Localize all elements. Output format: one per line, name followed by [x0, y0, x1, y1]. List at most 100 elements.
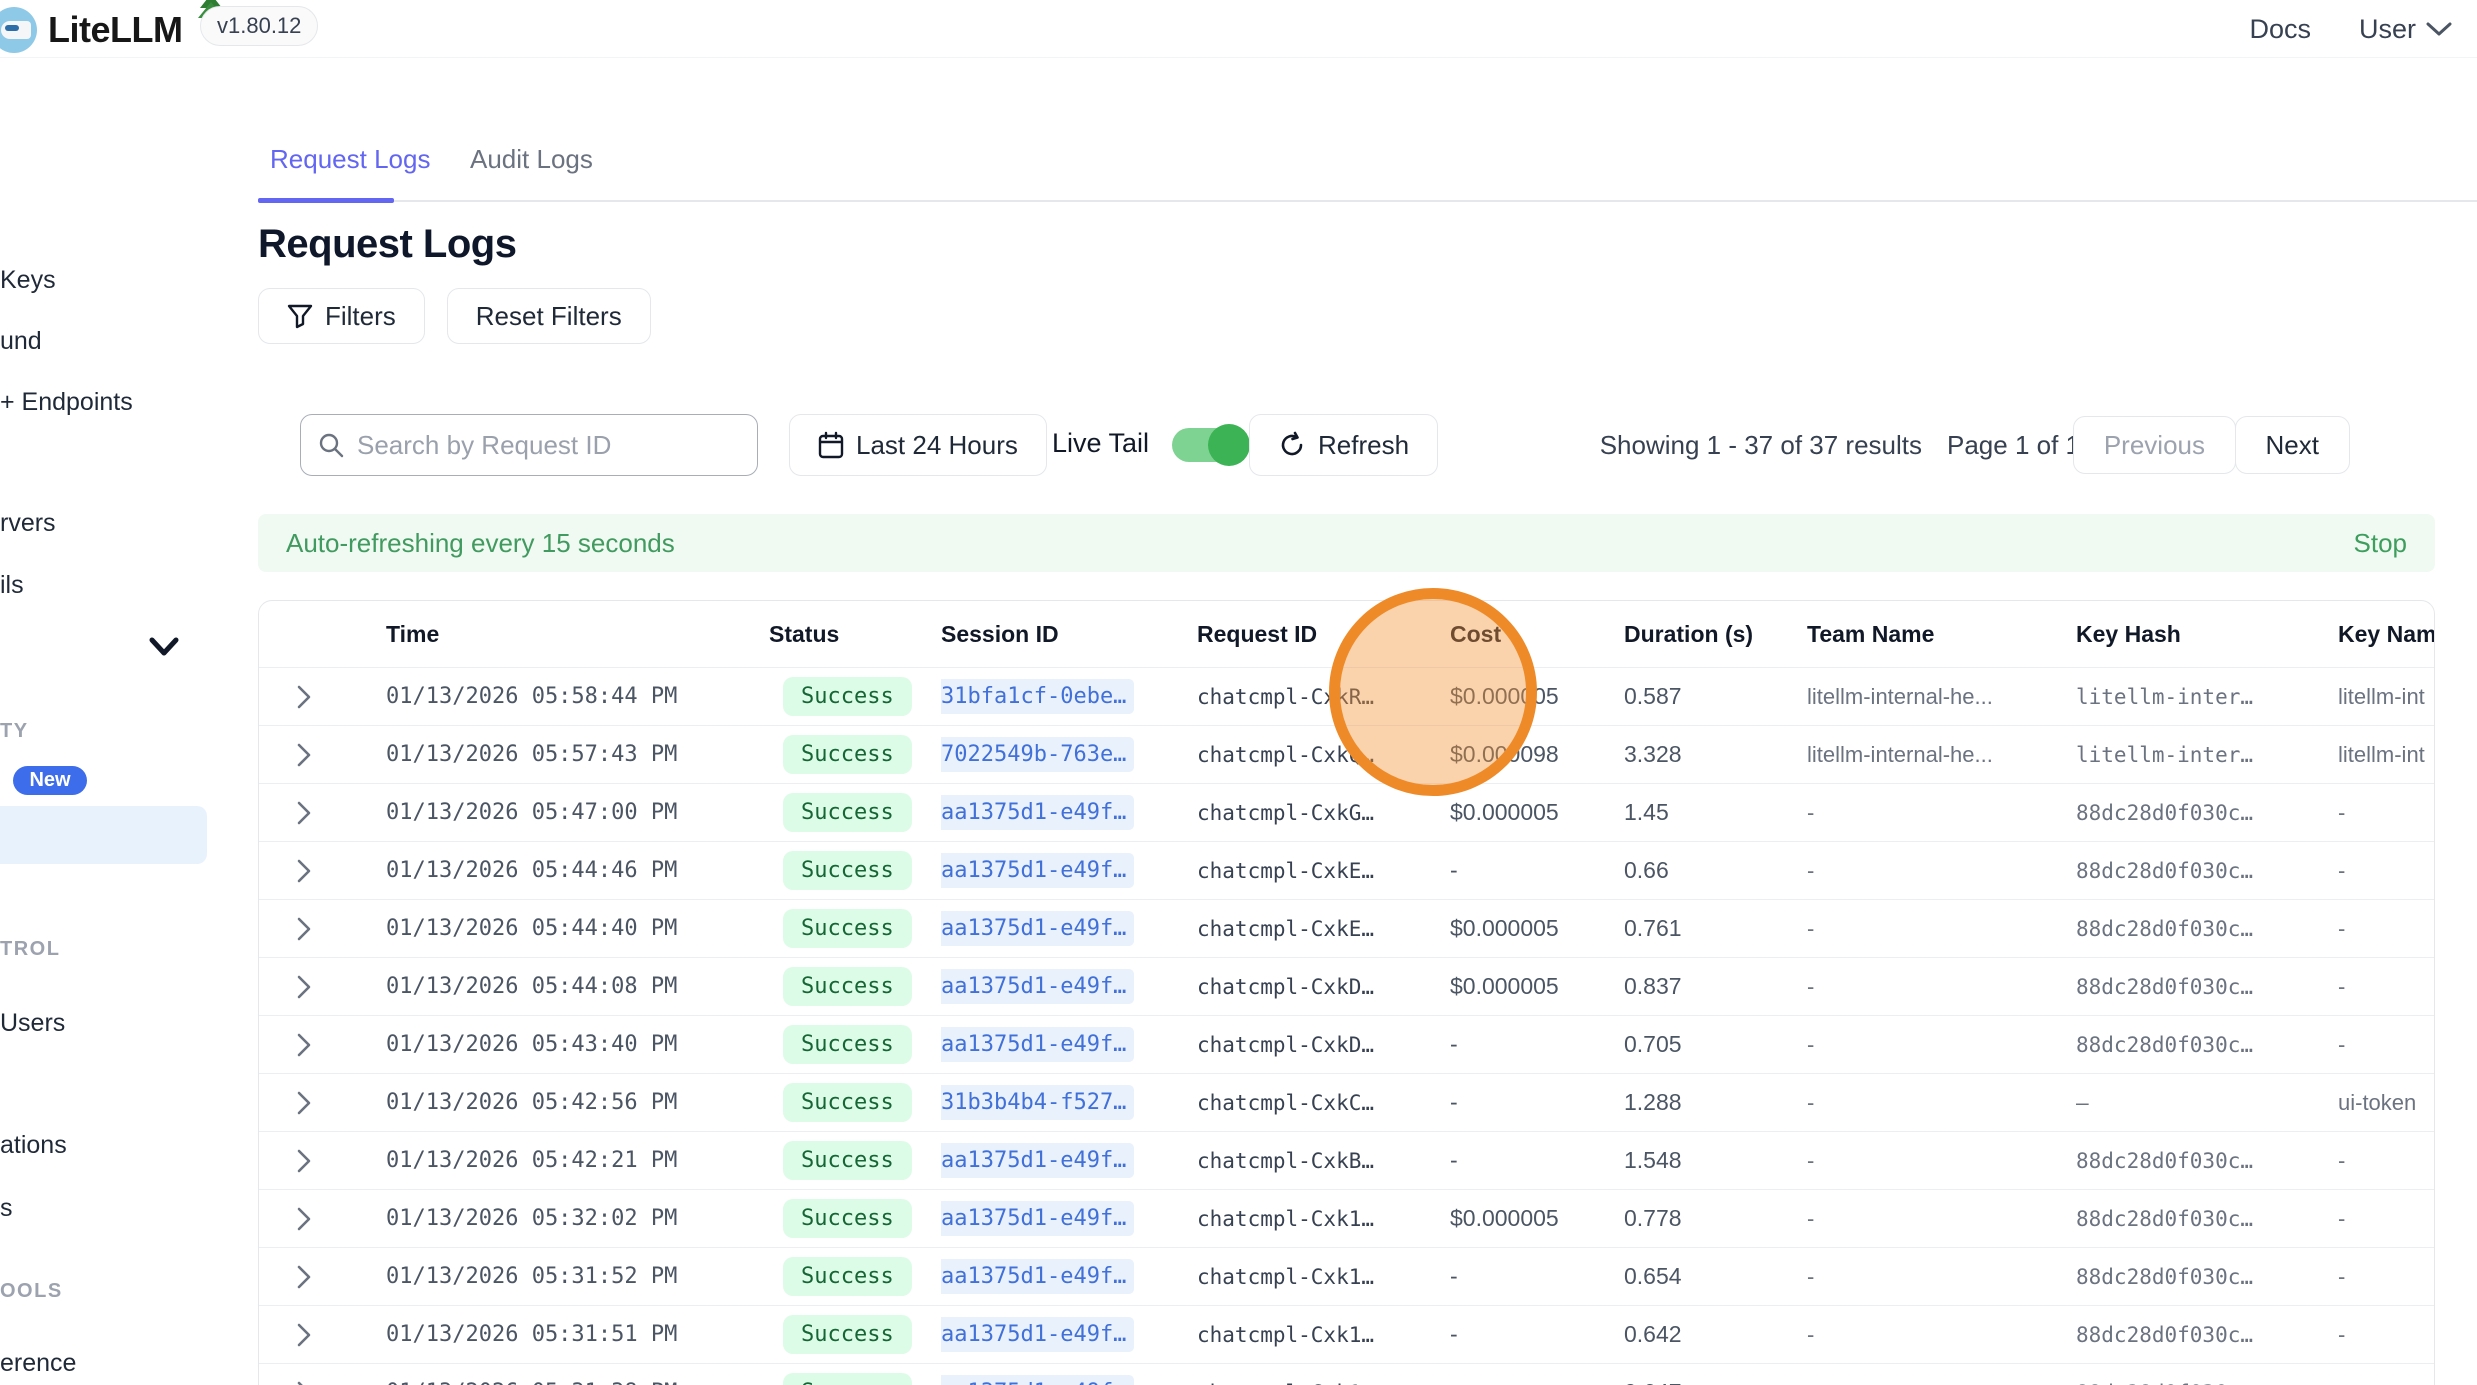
table-row[interactable]: 01/13/2026 05:42:21 PM Success aa1375d1-…	[259, 1131, 2435, 1189]
table-row[interactable]: 01/13/2026 05:31:51 PM Success aa1375d1-…	[259, 1305, 2435, 1363]
sidebar-item-users[interactable]: Users	[0, 1009, 65, 1038]
session-cell: aa1375d1-e49f…	[941, 1027, 1197, 1062]
sidebar: Keys und + Endpoints rvers ils TY New TR…	[0, 58, 210, 1385]
session-cell: aa1375d1-e49f…	[941, 911, 1197, 946]
session-id-link[interactable]: aa1375d1-e49f…	[941, 1027, 1134, 1062]
tab-request-logs[interactable]: Request Logs	[270, 144, 430, 175]
team-name-cell: -	[1807, 800, 2076, 826]
session-id-link[interactable]: 31b3b4b4-f527…	[941, 1085, 1134, 1120]
table-row[interactable]: 01/13/2026 05:58:44 PM Success 31bfa1cf-…	[259, 667, 2435, 725]
key-name-cell: litellm-int	[2338, 684, 2435, 710]
team-name-cell: -	[1807, 858, 2076, 884]
expand-row-chevron-icon[interactable]	[259, 1206, 386, 1232]
table-row[interactable]: 01/13/2026 05:32:02 PM Success aa1375d1-…	[259, 1189, 2435, 1247]
key-name-cell: -	[2338, 858, 2435, 884]
next-page-button[interactable]: Next	[2235, 416, 2350, 474]
table-row[interactable]: 01/13/2026 05:44:08 PM Success aa1375d1-…	[259, 957, 2435, 1015]
sidebar-collapse-chevron-icon[interactable]	[148, 634, 180, 660]
sidebar-item-guardrails[interactable]: ils	[0, 571, 24, 600]
key-name-cell: ui-token	[2338, 1090, 2435, 1116]
session-id-link[interactable]: aa1375d1-e49f…	[941, 1317, 1134, 1352]
session-id-link[interactable]: 31bfa1cf-0ebe…	[941, 679, 1134, 714]
expand-row-chevron-icon[interactable]	[259, 858, 386, 884]
time-cell: 01/13/2026 05:31:52 PM	[386, 1264, 769, 1289]
cost-cell: $0.000005	[1450, 973, 1624, 1000]
expand-row-chevron-icon[interactable]	[259, 684, 386, 710]
expand-row-chevron-icon[interactable]	[259, 974, 386, 1000]
time-range-button[interactable]: Last 24 Hours	[789, 414, 1047, 476]
request-id-cell: chatcmpl-CxkB…	[1197, 1149, 1450, 1173]
live-tail-toggle[interactable]	[1172, 428, 1248, 462]
sidebar-item-keys[interactable]: Keys	[0, 266, 56, 295]
expand-row-chevron-icon[interactable]	[259, 742, 386, 768]
table-row[interactable]: 01/13/2026 05:57:43 PM Success 7022549b-…	[259, 725, 2435, 783]
table-row[interactable]: 01/13/2026 05:42:56 PM Success 31b3b4b4-…	[259, 1073, 2435, 1131]
session-id-link[interactable]: aa1375d1-e49f…	[941, 1259, 1134, 1294]
session-id-link[interactable]: aa1375d1-e49f…	[941, 969, 1134, 1004]
table-row[interactable]: 01/13/2026 05:44:40 PM Success aa1375d1-…	[259, 899, 2435, 957]
session-id-link[interactable]: aa1375d1-e49f…	[941, 1201, 1134, 1236]
sidebar-item-teams[interactable]: s	[0, 1194, 13, 1223]
stop-auto-refresh-button[interactable]: Stop	[2354, 528, 2408, 559]
expand-row-chevron-icon[interactable]	[259, 1032, 386, 1058]
session-id-link[interactable]: aa1375d1-e49f…	[941, 1143, 1134, 1178]
user-menu-label: User	[2359, 14, 2416, 45]
status-cell: Success	[769, 1257, 941, 1296]
litellm-logo-icon	[0, 7, 37, 53]
session-id-link[interactable]: aa1375d1-e49f…	[941, 853, 1134, 888]
status-badge: Success	[783, 909, 912, 948]
previous-page-button[interactable]: Previous	[2073, 416, 2236, 474]
cost-cell: $0.000005	[1450, 1205, 1624, 1232]
duration-cell: 0.642	[1624, 1321, 1807, 1348]
duration-cell: 0.654	[1624, 1263, 1807, 1290]
cost-cell: $0.000098	[1450, 741, 1624, 768]
table-row[interactable]: 01/13/2026 05:31:52 PM Success aa1375d1-…	[259, 1247, 2435, 1305]
table-row[interactable]: 01/13/2026 05:44:46 PM Success aa1375d1-…	[259, 841, 2435, 899]
key-hash-cell: 88dc28d0f030c…	[2076, 1323, 2338, 1347]
expand-row-chevron-icon[interactable]	[259, 916, 386, 942]
sidebar-item-playground[interactable]: und	[0, 327, 42, 356]
expand-row-chevron-icon[interactable]	[259, 1148, 386, 1174]
team-name-cell: -	[1807, 974, 2076, 1000]
session-id-link[interactable]: aa1375d1-e49f…	[941, 1375, 1134, 1385]
sidebar-item-logs-active[interactable]	[0, 806, 207, 864]
search-box[interactable]	[300, 414, 758, 476]
expand-row-chevron-icon[interactable]	[259, 1264, 386, 1290]
filters-button[interactable]: Filters	[258, 288, 425, 344]
team-name-cell: -	[1807, 1206, 2076, 1232]
session-id-link[interactable]: 7022549b-763e…	[941, 737, 1134, 772]
status-cell: Success	[769, 677, 941, 716]
docs-link[interactable]: Docs	[2249, 14, 2311, 45]
table-header-row: Time Status Session ID Request ID Cost D…	[259, 601, 2435, 667]
sidebar-section-observability: TY	[0, 720, 29, 743]
key-name-cell: -	[2338, 1264, 2435, 1290]
table-row[interactable]: 01/13/2026 05:43:40 PM Success aa1375d1-…	[259, 1015, 2435, 1073]
time-cell: 01/13/2026 05:43:40 PM	[386, 1032, 769, 1057]
session-cell: aa1375d1-e49f…	[941, 853, 1197, 888]
refresh-button[interactable]: Refresh	[1249, 414, 1438, 476]
sidebar-item-servers[interactable]: rvers	[0, 509, 56, 538]
expand-row-chevron-icon[interactable]	[259, 1380, 386, 1385]
reset-filters-button[interactable]: Reset Filters	[447, 288, 651, 344]
tab-audit-logs[interactable]: Audit Logs	[470, 144, 593, 175]
sidebar-item-organizations[interactable]: ations	[0, 1131, 67, 1160]
duration-cell: 1.548	[1624, 1147, 1807, 1174]
sidebar-item-endpoints[interactable]: + Endpoints	[0, 388, 133, 417]
expand-row-chevron-icon[interactable]	[259, 800, 386, 826]
user-menu[interactable]: User	[2359, 14, 2452, 45]
search-input[interactable]	[357, 430, 741, 461]
status-badge: Success	[783, 1199, 912, 1238]
session-id-link[interactable]: aa1375d1-e49f…	[941, 911, 1134, 946]
table-row[interactable]: 01/13/2026 05:31:38 PM Success aa1375d1-…	[259, 1363, 2435, 1385]
request-id-cell: chatcmpl-CxkQ…	[1197, 743, 1450, 767]
auto-refresh-text: Auto-refreshing every 15 seconds	[286, 528, 675, 559]
team-name-cell: -	[1807, 1380, 2076, 1385]
expand-row-chevron-icon[interactable]	[259, 1322, 386, 1348]
table-row[interactable]: 01/13/2026 05:47:00 PM Success aa1375d1-…	[259, 783, 2435, 841]
brand-title: LiteLLM	[48, 9, 182, 51]
session-id-link[interactable]: aa1375d1-e49f…	[941, 795, 1134, 830]
expand-row-chevron-icon[interactable]	[259, 1090, 386, 1116]
sidebar-item-api-reference[interactable]: erence	[0, 1349, 76, 1378]
time-cell: 01/13/2026 05:47:00 PM	[386, 800, 769, 825]
col-header-team: Team Name	[1807, 621, 2076, 648]
